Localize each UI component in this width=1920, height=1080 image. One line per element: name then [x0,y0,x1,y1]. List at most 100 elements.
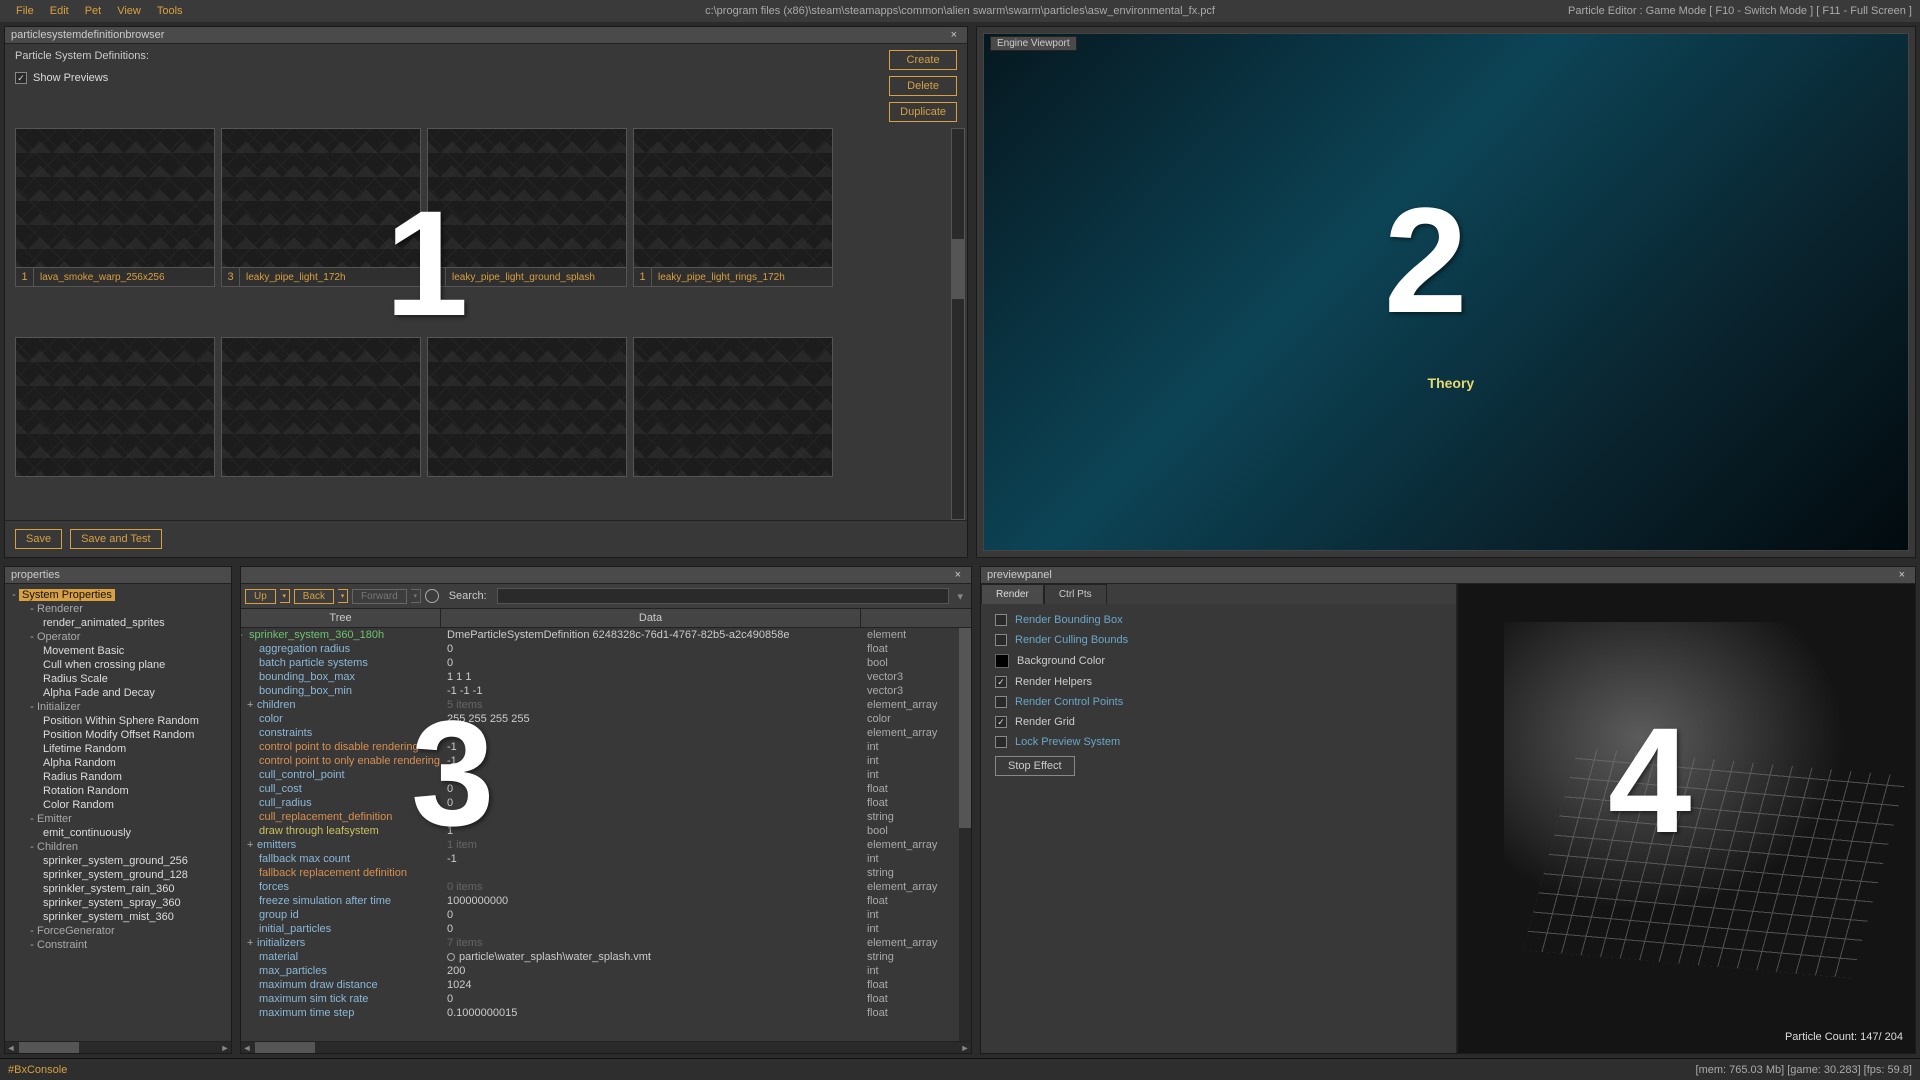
show-previews-checkbox[interactable]: ✓Show Previews [15,72,149,84]
grid-row[interactable]: bounding_box_max1 1 1vector3 [241,670,971,684]
grid-row[interactable]: freeze simulation after time1000000000fl… [241,894,971,908]
engine-viewport[interactable]: Engine Viewport Theory 2 [983,33,1909,551]
tree-item[interactable]: Radius Random [9,770,227,784]
grid-row[interactable]: materialparticle\water_splash\water_spla… [241,950,971,964]
tree-category[interactable]: -Constraint [9,938,227,952]
tree-item[interactable]: Alpha Random [9,756,227,770]
grid-row[interactable]: cull_cost0float [241,782,971,796]
thumbnail-item[interactable]: 1leaky_pipe_light_rings_172h [633,128,833,331]
grid-row[interactable]: +emitters1 itemelement_array [241,838,971,852]
tree-category[interactable]: -Emitter [9,812,227,826]
h-scrollbar[interactable]: ◄► [5,1041,231,1053]
menu-tools[interactable]: Tools [149,5,191,17]
grid-row[interactable]: cull_radius0float [241,796,971,810]
opt-lock[interactable]: Lock Preview System [995,736,1442,748]
duplicate-button[interactable]: Duplicate [889,102,957,122]
tree-item[interactable]: render_animated_sprites [9,616,227,630]
up-button[interactable]: Up [245,589,276,604]
properties-tree[interactable]: -System Properties -Rendererrender_anima… [5,584,231,1041]
close-icon[interactable]: × [947,29,961,41]
thumbnail-item[interactable]: 1lava_smoke_warp_256x256 [15,128,215,331]
grid-row[interactable]: +children5 itemselement_array [241,698,971,712]
grid-row[interactable]: cull_replacement_definitionstring [241,810,971,824]
grid-row[interactable]: bounding_box_min-1 -1 -1vector3 [241,684,971,698]
search-input[interactable] [497,588,950,604]
tree-category[interactable]: -Children [9,840,227,854]
tree-category[interactable]: -Initializer [9,700,227,714]
tree-item[interactable]: emit_continuously [9,826,227,840]
close-icon[interactable]: × [951,569,965,581]
opt-bbox[interactable]: Render Bounding Box [995,614,1442,626]
search-icon[interactable] [425,589,439,603]
create-button[interactable]: Create [889,50,957,70]
grid-row[interactable]: cull_control_point0int [241,768,971,782]
thumbnail-item[interactable] [633,337,833,521]
opt-grid[interactable]: ✓Render Grid [995,716,1442,728]
back-dropdown-icon[interactable]: ▾ [338,589,348,603]
opt-cps[interactable]: Render Control Points [995,696,1442,708]
grid-row[interactable]: -sprinker_system_360_180hDmeParticleSyst… [241,628,971,642]
thumbnail-item[interactable] [221,337,421,521]
grid-row[interactable]: aggregation radius0float [241,642,971,656]
grid-row[interactable]: maximum draw distance1024float [241,978,971,992]
grid-row[interactable]: control point to only enable rendering-1… [241,754,971,768]
grid-row[interactable]: control point to disable rendering-1int [241,740,971,754]
grid-row[interactable]: max_particles200int [241,964,971,978]
grid-row[interactable]: maximum sim tick rate0float [241,992,971,1006]
tree-item[interactable]: Cull when crossing plane [9,658,227,672]
grid-row[interactable]: color255 255 255 255color [241,712,971,726]
up-dropdown-icon[interactable]: ▾ [280,589,290,603]
grid-row[interactable]: fallback replacement definitionstring [241,866,971,880]
col-data-header[interactable]: Data [441,609,861,627]
tree-item[interactable]: sprinker_system_ground_128 [9,868,227,882]
thumbnail-item[interactable] [15,337,215,521]
tree-item[interactable]: Rotation Random [9,784,227,798]
menu-view[interactable]: View [109,5,149,17]
search-dropdown-icon[interactable]: ▾ [953,590,967,603]
opt-bgcolor[interactable]: Background Color [995,654,1442,668]
tree-item[interactable]: Radius Scale [9,672,227,686]
tree-item[interactable]: Color Random [9,798,227,812]
close-icon[interactable]: × [1895,569,1909,581]
scrollbar[interactable] [951,128,965,520]
save-button[interactable]: Save [15,529,62,549]
preview-render-viewport[interactable]: Particle Count: 147/ 204 4 [1457,584,1915,1053]
grid-row[interactable]: batch particle systems0bool [241,656,971,670]
tree-item[interactable]: sprinker_system_mist_360 [9,910,227,924]
grid-row[interactable]: draw through leafsystem1bool [241,824,971,838]
tree-root[interactable]: System Properties [19,589,115,601]
delete-button[interactable]: Delete [889,76,957,96]
stop-effect-button[interactable]: Stop Effect [995,756,1075,776]
grid-body[interactable]: -sprinker_system_360_180hDmeParticleSyst… [241,628,971,1041]
tab-ctrlpts[interactable]: Ctrl Pts [1044,584,1107,604]
v-scrollbar[interactable] [959,628,971,1041]
grid-row[interactable]: +initializers7 itemselement_array [241,936,971,950]
tree-item[interactable]: Alpha Fade and Decay [9,686,227,700]
tree-item[interactable]: Position Modify Offset Random [9,728,227,742]
h-scrollbar[interactable]: ◄► [241,1041,971,1053]
tree-item[interactable]: Position Within Sphere Random [9,714,227,728]
opt-cull[interactable]: Render Culling Bounds [995,634,1442,646]
grid-row[interactable]: maximum time step0.1000000015float [241,1006,971,1020]
tree-category[interactable]: -Operator [9,630,227,644]
tree-category[interactable]: -ForceGenerator [9,924,227,938]
col-tree-header[interactable]: Tree [241,609,441,627]
tree-item[interactable]: Lifetime Random [9,742,227,756]
opt-helpers[interactable]: ✓Render Helpers [995,676,1442,688]
grid-row[interactable]: constraints0 itemselement_array [241,726,971,740]
grid-row[interactable]: fallback max count-1int [241,852,971,866]
tree-item[interactable]: sprinker_system_ground_256 [9,854,227,868]
tab-render[interactable]: Render [981,584,1044,604]
console-tab[interactable]: #BxConsole [8,1064,67,1076]
menu-file[interactable]: File [8,5,42,17]
grid-row[interactable]: group id0int [241,908,971,922]
tree-item[interactable]: sprinkler_system_rain_360 [9,882,227,896]
menu-edit[interactable]: Edit [42,5,77,17]
menu-pet[interactable]: Pet [77,5,110,17]
save-test-button[interactable]: Save and Test [70,529,162,549]
thumbnail-item[interactable] [427,337,627,521]
tree-item[interactable]: sprinker_system_spray_360 [9,896,227,910]
tree-item[interactable]: Movement Basic [9,644,227,658]
tree-category[interactable]: -Renderer [9,602,227,616]
grid-row[interactable]: initial_particles0int [241,922,971,936]
